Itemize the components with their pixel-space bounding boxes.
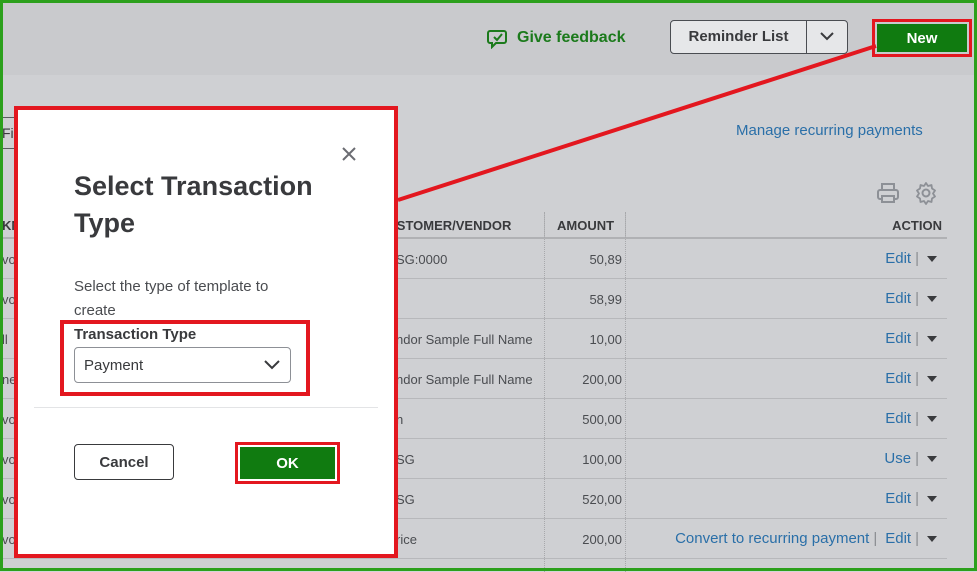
reminder-list-dropdown[interactable] [807, 21, 847, 53]
action-link-edit[interactable]: Edit [885, 290, 911, 307]
cell-customer-vendor: ndor Sample Full Name [396, 372, 533, 387]
cell-action: Edit | [885, 490, 939, 507]
cell-customer-vendor: SG [396, 452, 415, 467]
action-link-edit[interactable]: Edit [885, 370, 911, 387]
modal-title: Select Transaction Type [74, 171, 313, 238]
cell-amount: 50,89 [589, 252, 622, 267]
select-transaction-type-modal: Select Transaction Type Select the type … [18, 110, 394, 554]
cell-amount: 500,00 [582, 412, 622, 427]
transaction-type-value: Payment [84, 356, 144, 374]
feedback-icon [487, 27, 509, 49]
action-separator: | [915, 370, 919, 387]
cell-action: Use | [884, 450, 939, 467]
cell-action: Edit | [885, 290, 939, 307]
manage-recurring-payments-link[interactable]: Manage recurring payments [736, 122, 923, 139]
table-toolbar [876, 181, 938, 210]
cell-action: Edit | [885, 370, 939, 387]
action-separator: | [915, 490, 919, 507]
cell-customer-vendor: rice [396, 532, 417, 547]
close-icon[interactable] [340, 145, 358, 163]
top-header: Give feedback Reminder List New [0, 0, 977, 75]
new-button-highlight: New [872, 19, 972, 57]
transaction-type-label: Transaction Type [74, 326, 197, 343]
action-link-use[interactable]: Use [884, 450, 911, 467]
col-header-action: ACTION [892, 218, 942, 233]
reminder-list-split-button: Reminder List [670, 20, 848, 54]
cell-customer-vendor: ndor Sample Full Name [396, 332, 533, 347]
new-button[interactable]: New [877, 24, 967, 52]
print-icon[interactable] [876, 181, 900, 210]
action-dropdown-icon[interactable] [925, 455, 939, 462]
cell-action: Edit | [885, 250, 939, 267]
action-dropdown-icon[interactable] [925, 375, 939, 382]
action-separator: | [873, 530, 878, 547]
cell-amount: 200,00 [582, 372, 622, 387]
chevron-down-icon [820, 28, 834, 46]
action-separator: | [915, 450, 919, 467]
cell-action: Edit | [885, 410, 939, 427]
col-header-amount[interactable]: AMOUNT [557, 218, 614, 233]
cell-action: Convert to recurring payment | Edit | [675, 530, 939, 547]
action-link-edit[interactable]: Edit [885, 490, 911, 507]
give-feedback-link[interactable]: Give feedback [487, 26, 626, 50]
cell-customer-vendor: SG [396, 492, 415, 507]
gear-icon[interactable] [914, 181, 938, 210]
action-link-edit[interactable]: Edit [885, 530, 911, 547]
action-dropdown-icon[interactable] [925, 415, 939, 422]
cell-amount: 200,00 [582, 532, 622, 547]
cell-amount: 520,00 [582, 492, 622, 507]
modal-divider [34, 407, 378, 408]
transaction-type-select[interactable]: Payment [74, 347, 291, 383]
chevron-down-icon [264, 357, 280, 374]
ok-button[interactable]: OK [240, 447, 335, 479]
reminder-list-button[interactable]: Reminder List [671, 21, 807, 53]
action-separator: | [915, 290, 919, 307]
modal-description: Select the type of template to create [74, 278, 269, 319]
action-link-convert-to-recurring-payment[interactable]: Convert to recurring payment [675, 530, 869, 547]
action-dropdown-icon[interactable] [925, 255, 939, 262]
cell-amount: 10,00 [589, 332, 622, 347]
action-dropdown-icon[interactable] [925, 295, 939, 302]
action-link-edit[interactable]: Edit [885, 410, 911, 427]
action-dropdown-icon[interactable] [925, 495, 939, 502]
ok-button-highlight: OK [235, 442, 340, 484]
action-separator: | [915, 530, 919, 547]
cell-action: Edit | [885, 330, 939, 347]
cell-customer-vendor: SG:0000 [396, 252, 448, 267]
action-link-edit[interactable]: Edit [885, 250, 911, 267]
action-separator: | [915, 410, 919, 427]
action-separator: | [915, 250, 919, 267]
cell-amount: 100,00 [582, 452, 622, 467]
action-separator: | [915, 330, 919, 347]
feedback-label: Give feedback [517, 29, 626, 46]
action-link-edit[interactable]: Edit [885, 330, 911, 347]
col-header-customer-vendor[interactable]: CUSTOMER/VENDOR [378, 218, 511, 233]
cancel-button[interactable]: Cancel [74, 444, 174, 480]
cell-amount: 58,99 [589, 292, 622, 307]
action-dropdown-icon[interactable] [925, 335, 939, 342]
action-dropdown-icon[interactable] [925, 535, 939, 542]
